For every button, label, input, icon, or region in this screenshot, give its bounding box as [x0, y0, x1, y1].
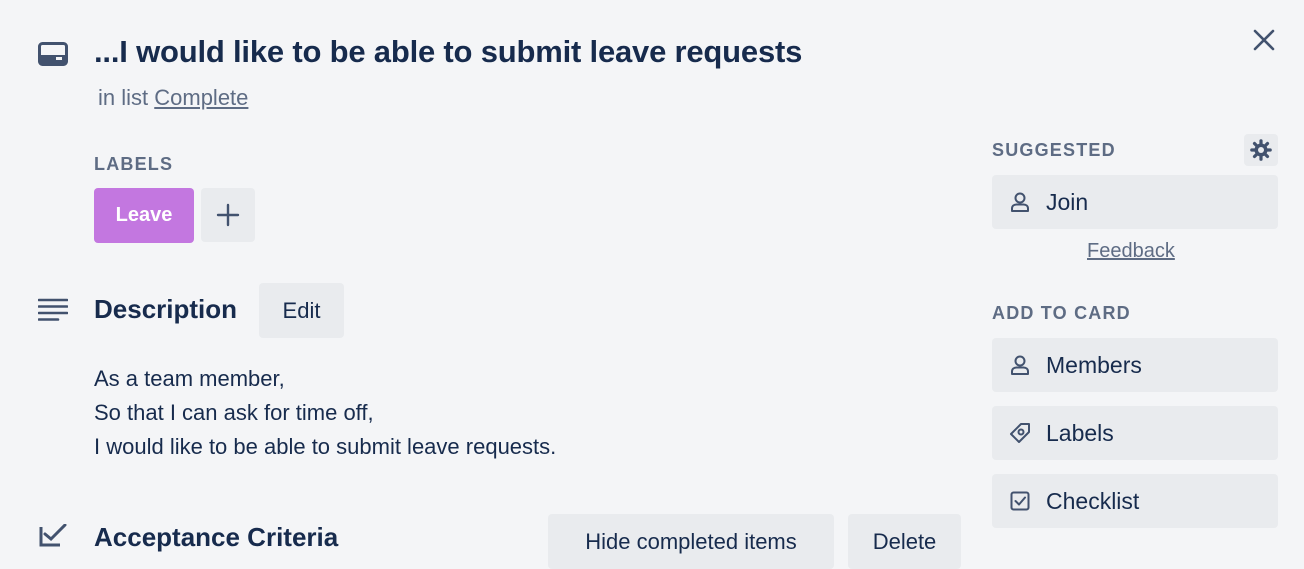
checklist-label: Checklist	[1046, 487, 1140, 514]
in-list-prefix: in list	[98, 85, 149, 110]
checklist-icon	[39, 524, 67, 547]
close-icon[interactable]	[1250, 26, 1278, 54]
description-line: So that I can ask for time off,	[94, 400, 374, 425]
members-label: Members	[1046, 351, 1142, 378]
description-line: As a team member,	[94, 366, 285, 391]
add-to-card-heading: ADD TO CARD	[992, 303, 1131, 323]
card-list-info: in list Complete	[98, 85, 248, 111]
feedback-link[interactable]: Feedback	[1087, 240, 1175, 263]
gear-icon	[1250, 139, 1272, 161]
acceptance-criteria-heading: Acceptance Criteria	[94, 522, 339, 552]
delete-checklist-button[interactable]: Delete	[848, 514, 961, 569]
tag-icon	[1008, 421, 1032, 445]
suggested-settings-button[interactable]	[1244, 134, 1278, 166]
card-icon	[38, 42, 68, 66]
hide-completed-items-button[interactable]: Hide completed items	[548, 514, 834, 569]
checkbox-icon	[1008, 489, 1032, 513]
edit-description-button[interactable]: Edit	[259, 283, 344, 338]
labels-heading: LABELS	[94, 154, 174, 174]
person-icon	[1008, 190, 1032, 214]
description-line: I would like to be able to submit leave …	[94, 434, 557, 459]
card-title[interactable]: ...I would like to be able to submit lea…	[94, 34, 802, 70]
description-heading: Description	[94, 294, 238, 324]
labels-button[interactable]: Labels	[992, 406, 1278, 460]
checklist-button[interactable]: Checklist	[992, 474, 1278, 528]
add-label-button[interactable]	[201, 188, 255, 242]
list-name-link[interactable]: Complete	[154, 85, 248, 110]
person-icon	[1008, 353, 1032, 377]
description-icon	[38, 298, 68, 321]
label-leave[interactable]: Leave	[94, 188, 194, 243]
suggested-heading: SUGGESTED	[992, 140, 1116, 160]
join-label: Join	[1046, 188, 1089, 215]
members-button[interactable]: Members	[992, 338, 1278, 392]
plus-icon	[216, 203, 240, 227]
description-text[interactable]: As a team member, So that I can ask for …	[94, 362, 556, 464]
labels-label: Labels	[1046, 419, 1114, 446]
join-button[interactable]: Join	[992, 175, 1278, 229]
